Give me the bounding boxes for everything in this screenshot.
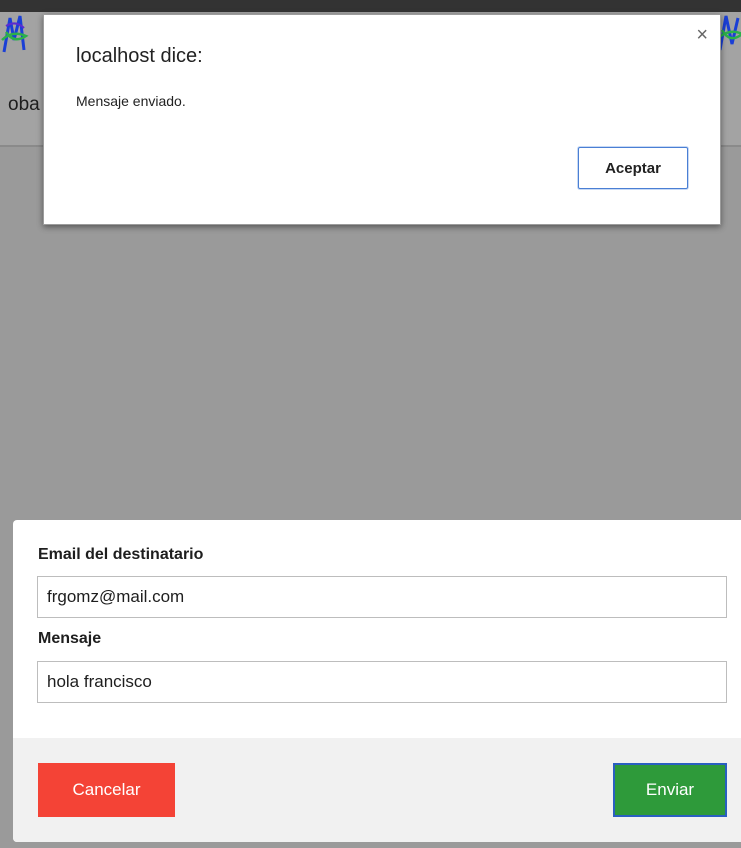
header-text-fragment: oba: [8, 94, 40, 115]
email-label: Email del destinatario: [38, 546, 204, 563]
modal-body: Email del destinatario Mensaje: [13, 520, 741, 738]
email-field[interactable]: [37, 576, 727, 618]
page: oba Email del destinatario Mensaje Cance…: [0, 0, 741, 848]
send-message-modal: Email del destinatario Mensaje Cancelar …: [13, 520, 741, 842]
alert-dialog: localhost dice: Mensaje enviado. × Acept…: [43, 14, 721, 225]
scribble-logo-icon: [1, 15, 29, 53]
message-field[interactable]: [37, 661, 727, 703]
browser-top-strip: [0, 0, 741, 12]
alert-title: localhost dice:: [76, 45, 203, 67]
modal-footer: Cancelar Enviar: [13, 738, 741, 842]
accept-button[interactable]: Aceptar: [578, 147, 688, 189]
close-icon[interactable]: ×: [696, 25, 708, 45]
alert-message: Mensaje enviado.: [76, 93, 186, 109]
message-label: Mensaje: [38, 630, 102, 647]
send-button[interactable]: Enviar: [613, 763, 727, 817]
cancel-button[interactable]: Cancelar: [38, 763, 175, 817]
